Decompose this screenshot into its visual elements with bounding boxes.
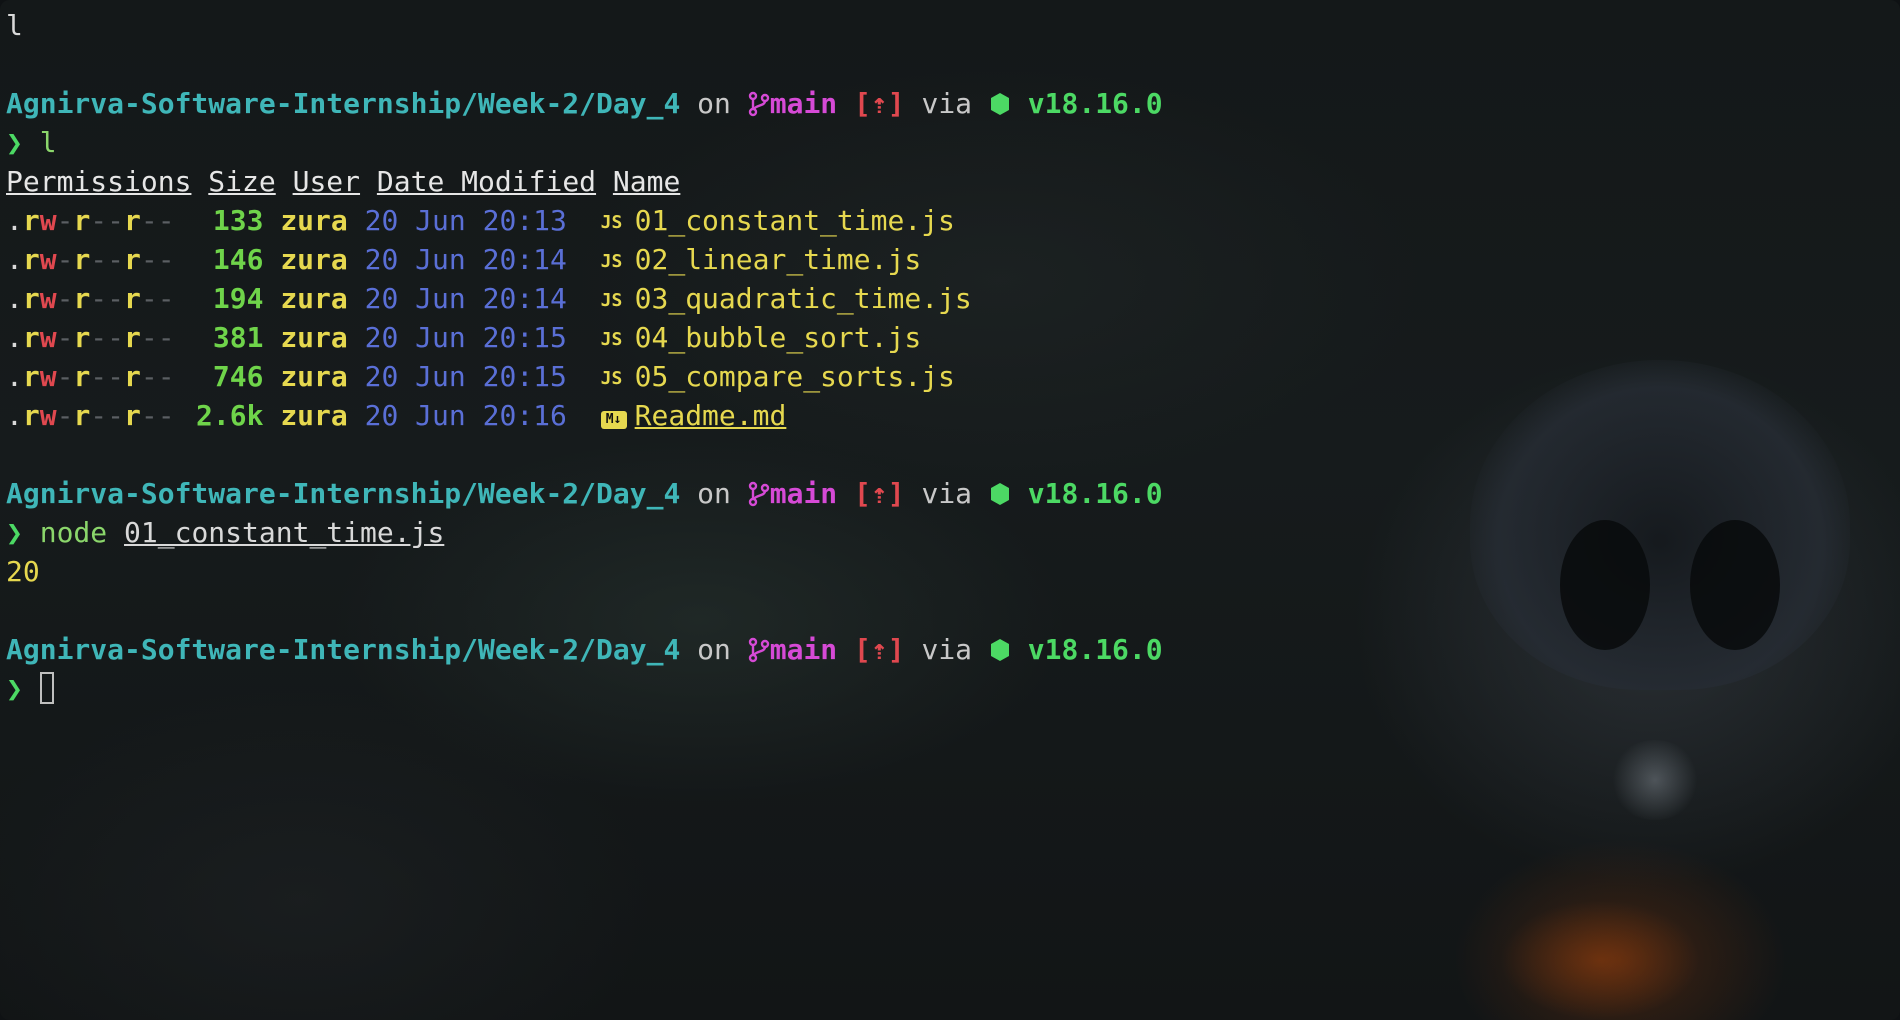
header-user: User — [292, 165, 361, 198]
git-branch-icon — [748, 481, 769, 507]
js-icon: JS — [600, 251, 623, 272]
file-size: 381 — [212, 321, 264, 354]
nodejs-icon — [990, 639, 1009, 661]
prompt-on: on — [697, 633, 731, 666]
file-user: zura — [280, 204, 348, 237]
js-icon: JS — [600, 329, 623, 350]
header-date-modified: Date Modified — [376, 165, 597, 198]
js-icon: JS — [600, 212, 623, 233]
file-date: 20 Jun 20:14 — [364, 243, 567, 276]
wallpaper-glow — [1500, 900, 1700, 1020]
file-name[interactable]: 01_constant_time.js — [635, 204, 955, 237]
file-user: zura — [280, 360, 348, 393]
file-name[interactable]: 04_bubble_sort.js — [635, 321, 922, 354]
git-branch-name: main — [769, 87, 838, 120]
file-date: 20 Jun 20:13 — [364, 204, 567, 237]
file-size: 146 — [212, 243, 264, 276]
command-text: l — [39, 126, 57, 159]
file-size: 746 — [212, 360, 264, 393]
file-date: 20 Jun 20:15 — [364, 360, 567, 393]
git-status: [⇡] — [854, 87, 905, 120]
js-icon: JS — [600, 290, 623, 311]
file-size: 2.6k — [196, 399, 264, 432]
git-branch-icon — [748, 91, 769, 117]
file-row: .rw-r--r-- 2.6k zura 20 Jun 20:16 M↓ Read… — [6, 396, 1900, 435]
previous-command-line: l — [6, 6, 1900, 45]
command-output: 20 — [6, 552, 1900, 591]
file-row: .rw-r--r-- 133 zura 20 Jun 20:13 JS 01_co… — [6, 201, 1900, 240]
file-name[interactable]: 03_quadratic_time.js — [635, 282, 972, 315]
prompt-line: Agnirva-Software-Internship/Week-2/Day_4… — [6, 84, 1900, 123]
prompt-on: on — [697, 477, 731, 510]
markdown-icon: M↓ — [600, 411, 627, 429]
file-size: 194 — [212, 282, 264, 315]
file-row: .rw-r--r-- 746 zura 20 Jun 20:15 JS 05_co… — [6, 357, 1900, 396]
previous-command-text: l — [6, 9, 23, 42]
file-user: zura — [280, 399, 348, 432]
terminal-output: l Agnirva-Software-Internship/Week-2/Day… — [6, 6, 1900, 708]
git-status: [⇡] — [854, 477, 905, 510]
git-status: [⇡] — [854, 633, 905, 666]
file-user: zura — [280, 321, 348, 354]
file-name[interactable]: 02_linear_time.js — [635, 243, 922, 276]
header-name: Name — [612, 165, 681, 198]
active-input-line[interactable]: ❯ — [6, 669, 1900, 708]
command-text: node — [39, 516, 108, 549]
file-user: zura — [280, 243, 348, 276]
nodejs-icon — [990, 93, 1009, 115]
text-cursor[interactable] — [39, 672, 54, 704]
wallpaper-flower — [1610, 740, 1700, 820]
prompt-line: Agnirva-Software-Internship/Week-2/Day_4… — [6, 474, 1900, 513]
js-icon: JS — [600, 368, 623, 389]
file-name[interactable]: Readme.md — [635, 399, 787, 432]
file-date: 20 Jun 20:14 — [364, 282, 567, 315]
command-argument[interactable]: 01_constant_time.js — [124, 516, 444, 549]
git-branch-name: main — [769, 633, 838, 666]
file-user: zura — [280, 282, 348, 315]
nodejs-icon — [990, 483, 1009, 505]
prompt-via: via — [921, 87, 973, 120]
command-line: ❯ l — [6, 123, 1900, 162]
header-permissions: Permissions — [6, 165, 192, 198]
prompt-path: Agnirva-Software-Internship/Week-2/Day_4 — [6, 87, 681, 120]
header-size: Size — [208, 165, 276, 198]
prompt-symbol: ❯ — [6, 516, 23, 549]
prompt-line: Agnirva-Software-Internship/Week-2/Day_4… — [6, 630, 1900, 669]
file-row: .rw-r--r-- 381 zura 20 Jun 20:15 JS 04_bu… — [6, 318, 1900, 357]
command-line: ❯ node 01_constant_time.js — [6, 513, 1900, 552]
file-row: .rw-r--r-- 194 zura 20 Jun 20:14 JS 03_qu… — [6, 279, 1900, 318]
prompt-on: on — [697, 87, 731, 120]
git-branch-icon — [748, 637, 769, 663]
prompt-path: Agnirva-Software-Internship/Week-2/Day_4 — [6, 633, 681, 666]
prompt-symbol: ❯ — [6, 672, 23, 705]
terminal-window[interactable]: l Agnirva-Software-Internship/Week-2/Day… — [0, 0, 1900, 1020]
file-size: 133 — [212, 204, 264, 237]
file-date: 20 Jun 20:15 — [364, 321, 567, 354]
file-date: 20 Jun 20:16 — [364, 399, 567, 432]
listing-header: Permissions Size User Date Modified Name — [6, 162, 1900, 201]
output-text: 20 — [6, 555, 40, 588]
node-version: v18.16.0 — [1027, 633, 1163, 666]
git-branch-name: main — [769, 477, 838, 510]
file-row: .rw-r--r-- 146 zura 20 Jun 20:14 JS 02_li… — [6, 240, 1900, 279]
node-version: v18.16.0 — [1027, 87, 1163, 120]
prompt-symbol: ❯ — [6, 126, 23, 159]
node-version: v18.16.0 — [1027, 477, 1163, 510]
prompt-via: via — [921, 477, 973, 510]
prompt-path: Agnirva-Software-Internship/Week-2/Day_4 — [6, 477, 681, 510]
file-name[interactable]: 05_compare_sorts.js — [635, 360, 955, 393]
prompt-via: via — [921, 633, 973, 666]
